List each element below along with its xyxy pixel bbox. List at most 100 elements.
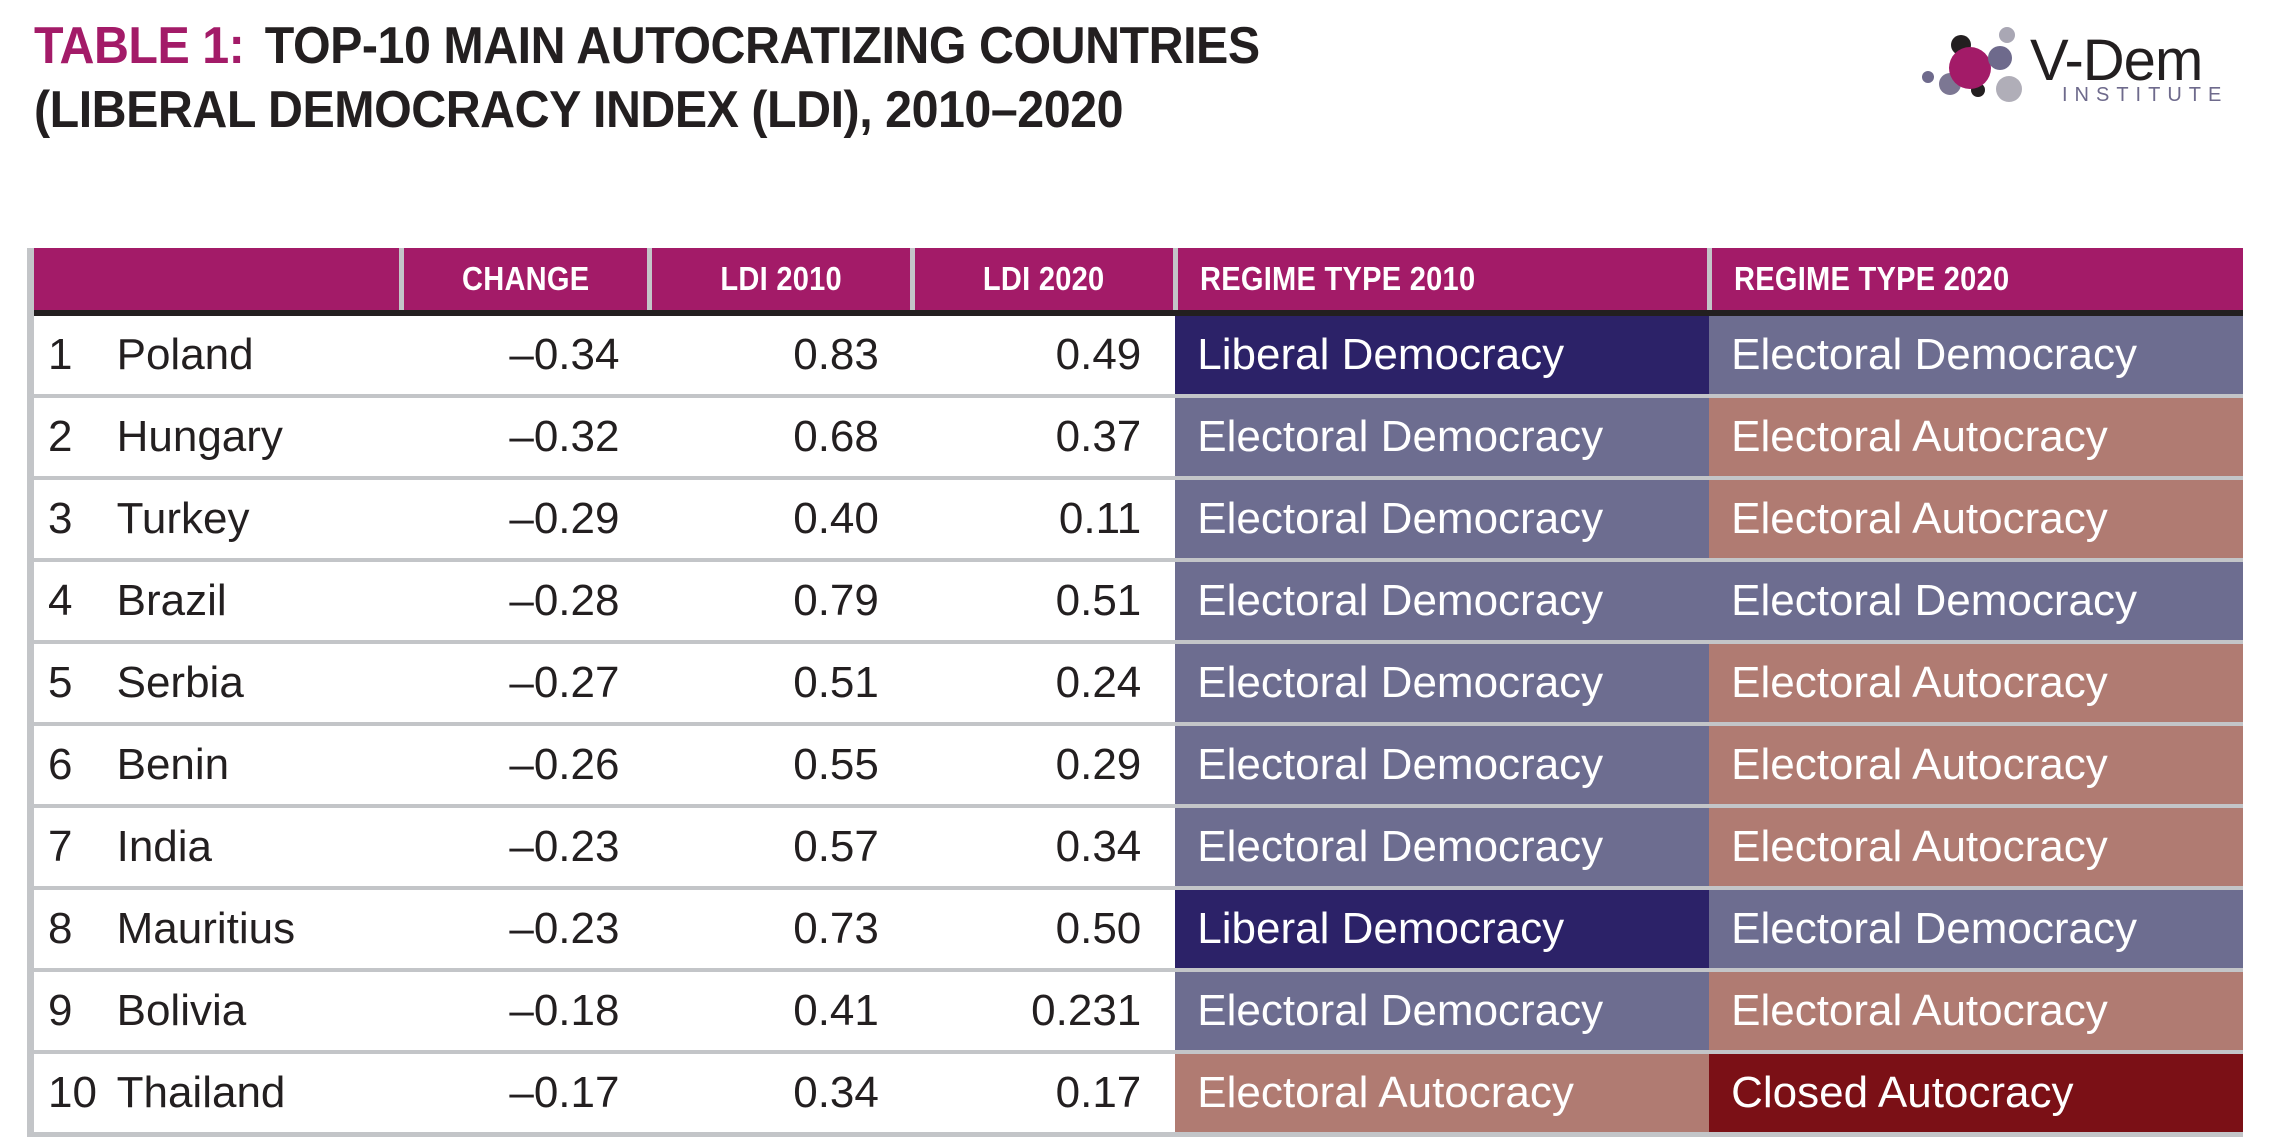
- row-ldi-2020-value: 0.51: [912, 560, 1176, 644]
- row-regime-type-2020: Electoral Democracy: [1709, 888, 2243, 972]
- row-regime-type-2010: Electoral Democracy: [1175, 478, 1710, 562]
- row-ldi-2020-value: 0.50: [912, 888, 1176, 972]
- row-rank: 4: [30, 560, 109, 644]
- row-regime-type-2020: Electoral Autocracy: [1709, 642, 2243, 726]
- column-header-regime-type-2020[interactable]: REGIME TYPE 2020: [1709, 248, 2243, 313]
- row-ldi-2010-value: 0.41: [649, 970, 913, 1054]
- row-ldi-2020-value: 0.11: [912, 478, 1176, 562]
- title-line-1-text: TOP-10 MAIN AUTOCRATIZING COUNTRIES: [264, 17, 1260, 75]
- row-rank: 6: [30, 724, 109, 808]
- column-header-ldi-2010[interactable]: LDI 2010: [649, 248, 916, 313]
- row-regime-type-2010: Electoral Democracy: [1175, 970, 1710, 1054]
- row-regime-type-2010: Electoral Democracy: [1175, 642, 1710, 726]
- row-ldi-2010-value: 0.51: [649, 642, 913, 726]
- row-change-value: –0.26: [401, 724, 650, 808]
- row-ldi-2010-value: 0.73: [649, 888, 913, 972]
- row-change-value: –0.18: [401, 970, 650, 1054]
- row-change-value: –0.23: [401, 806, 650, 890]
- row-regime-type-2010: Electoral Democracy: [1175, 560, 1710, 644]
- row-rank: 1: [30, 313, 109, 398]
- row-rank: 2: [30, 396, 109, 480]
- row-change-value: –0.27: [401, 642, 650, 726]
- autocratizing-countries-table: CHANGE LDI 2010 LDI 2020 REGIME TYPE 201…: [27, 248, 2243, 1137]
- row-ldi-2020-value: 0.49: [912, 313, 1176, 398]
- row-regime-type-2010: Liberal Democracy: [1175, 313, 1710, 398]
- row-country-name: Mauritius: [108, 888, 402, 972]
- page-title: TABLE 1: TOP-10 MAIN AUTOCRATIZING COUNTR…: [34, 14, 1914, 142]
- row-ldi-2020-value: 0.24: [912, 642, 1176, 726]
- row-change-value: –0.29: [401, 478, 650, 562]
- row-ldi-2010-value: 0.79: [649, 560, 913, 644]
- row-ldi-2020-value: 0.34: [912, 806, 1176, 890]
- row-change-value: –0.17: [401, 1052, 650, 1137]
- row-regime-type-2020: Electoral Democracy: [1709, 560, 2243, 644]
- title-line-2: (LIBERAL DEMOCRACY INDEX (LDI), 2010–202…: [34, 81, 1124, 139]
- column-header-blank: [30, 248, 404, 313]
- row-ldi-2020-value: 0.17: [912, 1052, 1176, 1137]
- row-rank: 9: [30, 970, 109, 1054]
- row-ldi-2010-value: 0.34: [649, 1052, 913, 1137]
- table-row: 7 India –0.23 0.57 0.34 Electoral Democracy El…: [30, 806, 2243, 890]
- row-rank: 10: [30, 1052, 109, 1137]
- row-regime-type-2010: Liberal Democracy: [1175, 888, 1710, 972]
- table-row: 8 Mauritius –0.23 0.73 0.50 Liberal Democracy…: [30, 888, 2243, 972]
- row-change-value: –0.28: [401, 560, 650, 644]
- row-regime-type-2010: Electoral Democracy: [1175, 724, 1710, 808]
- row-change-value: –0.23: [401, 888, 650, 972]
- row-country-name: India: [108, 806, 402, 890]
- row-ldi-2010-value: 0.68: [649, 396, 913, 480]
- table-row: 6 Benin –0.26 0.55 0.29 Electoral Democracy El…: [30, 724, 2243, 808]
- table-row: 5 Serbia –0.27 0.51 0.24 Electoral Democracy E…: [30, 642, 2243, 726]
- row-country-name: Hungary: [108, 396, 402, 480]
- row-rank: 3: [30, 478, 109, 562]
- table-number-label: TABLE 1:: [34, 17, 245, 75]
- row-ldi-2010-value: 0.57: [649, 806, 913, 890]
- table-row: 2 Hungary –0.32 0.68 0.37 Electoral Democracy…: [30, 396, 2243, 480]
- table-header-row: CHANGE LDI 2010 LDI 2020 REGIME TYPE 201…: [30, 248, 2243, 313]
- row-regime-type-2020: Closed Autocracy: [1709, 1052, 2243, 1137]
- row-regime-type-2020: Electoral Autocracy: [1709, 970, 2243, 1054]
- svg-text:INSTITUTE: INSTITUTE: [2062, 84, 2228, 106]
- row-ldi-2020-value: 0.29: [912, 724, 1176, 808]
- row-rank: 8: [30, 888, 109, 972]
- column-header-ldi-2020[interactable]: LDI 2020: [912, 248, 1178, 313]
- row-country-name: Bolivia: [108, 970, 402, 1054]
- row-rank: 5: [30, 642, 109, 726]
- row-country-name: Turkey: [108, 478, 402, 562]
- row-country-name: Brazil: [108, 560, 402, 644]
- row-regime-type-2010: Electoral Democracy: [1175, 396, 1710, 480]
- row-country-name: Benin: [108, 724, 402, 808]
- row-country-name: Thailand: [108, 1052, 402, 1137]
- table-body: 1 Poland –0.34 0.83 0.49 Liberal Democracy Ele…: [30, 313, 2243, 1137]
- table-row: 1 Poland –0.34 0.83 0.49 Liberal Democracy Ele…: [30, 313, 2243, 398]
- vdem-logo-icon: V-Dem INSTITUTE: [1922, 27, 2228, 106]
- row-regime-type-2010: Electoral Democracy: [1175, 806, 1710, 890]
- row-regime-type-2020: Electoral Democracy: [1709, 313, 2243, 398]
- row-ldi-2010-value: 0.55: [649, 724, 913, 808]
- table-row: 3 Turkey –0.29 0.40 0.11 Electoral Democracy E…: [30, 478, 2243, 562]
- row-regime-type-2020: Electoral Autocracy: [1709, 724, 2243, 808]
- autocratizing-countries-table-wrapper: CHANGE LDI 2010 LDI 2020 REGIME TYPE 201…: [27, 248, 2243, 1137]
- title-line-1: TABLE 1: TOP-10 MAIN AUTOCRATIZING COUNTR…: [34, 14, 1782, 78]
- row-regime-type-2010: Electoral Autocracy: [1175, 1052, 1710, 1137]
- row-ldi-2020-value: 0.37: [912, 396, 1176, 480]
- row-country-name: Poland: [108, 313, 402, 398]
- row-regime-type-2020: Electoral Autocracy: [1709, 478, 2243, 562]
- table-row: 9 Bolivia –0.18 0.41 0.231 Electoral Democrac…: [30, 970, 2243, 1054]
- row-change-value: –0.32: [401, 396, 650, 480]
- row-regime-type-2020: Electoral Autocracy: [1709, 806, 2243, 890]
- table-page: TABLE 1: TOP-10 MAIN AUTOCRATIZING COUNTR…: [0, 0, 2270, 1137]
- row-rank: 7: [30, 806, 109, 890]
- row-ldi-2010-value: 0.83: [649, 313, 913, 398]
- table-row: 10 Thailand –0.17 0.34 0.17 Electoral Autocra…: [30, 1052, 2243, 1137]
- row-regime-type-2020: Electoral Autocracy: [1709, 396, 2243, 480]
- table-row: 4 Brazil –0.28 0.79 0.51 Electoral Democracy E…: [30, 560, 2243, 644]
- row-ldi-2010-value: 0.40: [649, 478, 913, 562]
- row-ldi-2020-value: 0.231: [912, 970, 1176, 1054]
- row-change-value: –0.34: [401, 313, 650, 398]
- column-header-change[interactable]: CHANGE: [401, 248, 652, 313]
- table-header: CHANGE LDI 2010 LDI 2020 REGIME TYPE 201…: [30, 248, 2243, 313]
- row-country-name: Serbia: [108, 642, 402, 726]
- column-header-regime-type-2010[interactable]: REGIME TYPE 2010: [1175, 248, 1712, 313]
- vdem-logo: V-Dem INSTITUTE: [1912, 22, 2242, 106]
